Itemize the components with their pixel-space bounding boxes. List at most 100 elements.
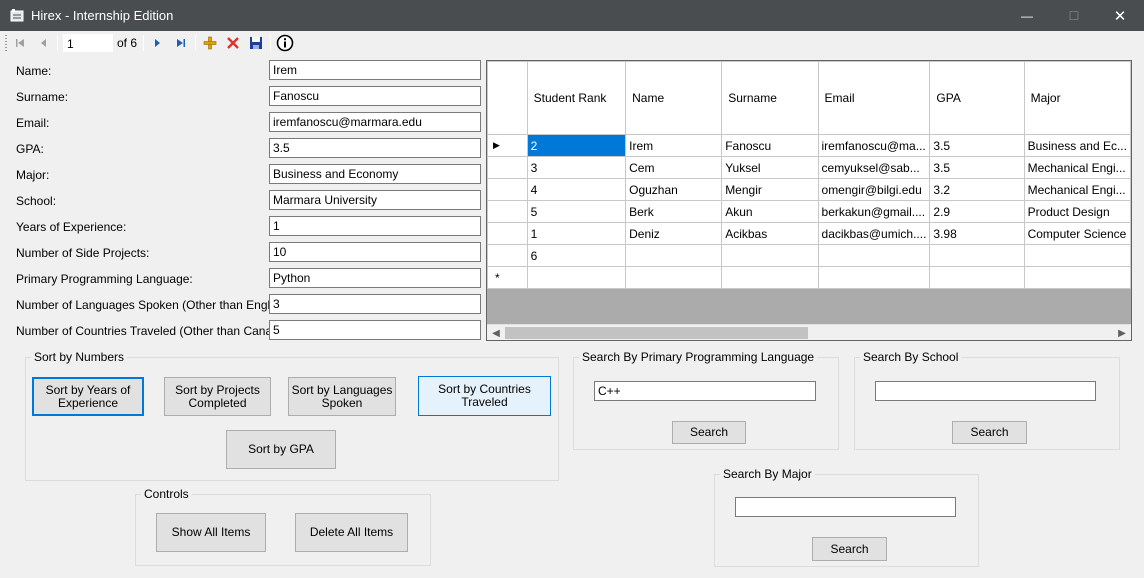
table-row[interactable]: 5 Berk Akun berkakun@gmail.... 2.9 Produ… bbox=[487, 200, 1131, 223]
add-new-icon[interactable] bbox=[201, 34, 219, 52]
table-cell[interactable]: Mechanical Engi... bbox=[1023, 156, 1131, 179]
table-cell[interactable]: berkakun@gmail.... bbox=[817, 200, 931, 223]
table-row[interactable]: 4 Oguzhan Mengir omengir@bilgi.edu 3.2 M… bbox=[487, 178, 1131, 201]
table-cell[interactable] bbox=[625, 266, 723, 289]
table-cell[interactable]: omengir@bilgi.edu bbox=[817, 178, 931, 201]
table-cell[interactable]: Computer Science bbox=[1023, 222, 1131, 245]
students-grid[interactable]: Student Rank Name Surname Email GPA Majo… bbox=[486, 60, 1132, 341]
search-language-input[interactable]: C++ bbox=[594, 381, 816, 401]
row-header[interactable] bbox=[487, 178, 528, 201]
surname-field[interactable]: Fanoscu bbox=[269, 86, 481, 106]
row-header[interactable] bbox=[487, 244, 528, 267]
table-cell[interactable]: 3.2 bbox=[929, 178, 1025, 201]
minimize-button[interactable]: — bbox=[1004, 0, 1050, 31]
scroll-left-icon[interactable]: ◀ bbox=[488, 326, 504, 340]
sort-languages-button[interactable]: Sort by Languages Spoken bbox=[288, 377, 396, 416]
search-school-button[interactable]: Search bbox=[952, 421, 1027, 444]
row-header[interactable] bbox=[487, 222, 528, 245]
scrollbar-thumb[interactable] bbox=[505, 327, 808, 339]
table-cell[interactable] bbox=[817, 244, 931, 267]
table-cell[interactable]: Cem bbox=[625, 156, 723, 179]
table-cell[interactable] bbox=[625, 244, 723, 267]
table-cell[interactable] bbox=[526, 266, 627, 289]
languages-spoken-field[interactable]: 3 bbox=[269, 294, 481, 314]
search-language-button[interactable]: Search bbox=[672, 421, 746, 444]
table-cell[interactable]: Product Design bbox=[1023, 200, 1131, 223]
search-school-input[interactable] bbox=[875, 381, 1096, 401]
position-input[interactable]: 1 bbox=[63, 34, 113, 52]
table-cell[interactable]: Yuksel bbox=[721, 156, 819, 179]
gpa-field[interactable]: 3.5 bbox=[269, 138, 481, 158]
search-major-input[interactable] bbox=[735, 497, 956, 517]
row-header[interactable] bbox=[487, 200, 528, 223]
table-row[interactable]: 6 bbox=[487, 244, 1131, 267]
table-cell[interactable] bbox=[1023, 266, 1131, 289]
table-cell[interactable]: cemyuksel@sab... bbox=[817, 156, 931, 179]
table-cell[interactable]: dacikbas@umich.... bbox=[817, 222, 931, 245]
years-experience-field[interactable]: 1 bbox=[269, 216, 481, 236]
school-field[interactable]: Marmara University bbox=[269, 190, 481, 210]
table-cell[interactable]: iremfanoscu@ma... bbox=[817, 134, 931, 157]
side-projects-field[interactable]: 10 bbox=[269, 242, 481, 262]
table-cell[interactable] bbox=[1023, 244, 1131, 267]
info-icon[interactable] bbox=[276, 34, 294, 52]
table-cell[interactable]: 3.5 bbox=[929, 134, 1025, 157]
grid-corner-header[interactable] bbox=[487, 61, 528, 135]
table-cell[interactable]: Irem bbox=[625, 134, 723, 157]
table-row[interactable]: 1 Deniz Acikbas dacikbas@umich.... 3.98 … bbox=[487, 222, 1131, 245]
programming-language-field[interactable]: Python bbox=[269, 268, 481, 288]
new-row-marker[interactable]: * bbox=[487, 266, 528, 289]
sort-projects-button[interactable]: Sort by Projects Completed bbox=[164, 377, 271, 416]
table-cell[interactable]: 4 bbox=[526, 178, 627, 201]
table-cell[interactable]: 1 bbox=[526, 222, 627, 245]
column-header-email[interactable]: Email bbox=[817, 61, 931, 135]
move-last-icon[interactable] bbox=[172, 34, 190, 52]
email-field[interactable]: iremfanoscu@marmara.edu bbox=[269, 112, 481, 132]
sort-countries-button[interactable]: Sort by Countries Traveled bbox=[418, 376, 551, 416]
table-cell[interactable] bbox=[929, 266, 1025, 289]
horizontal-scrollbar[interactable]: ◀ ▶ bbox=[487, 324, 1131, 340]
move-next-icon[interactable] bbox=[148, 34, 166, 52]
row-header[interactable] bbox=[487, 156, 528, 179]
table-cell[interactable] bbox=[817, 266, 931, 289]
table-cell[interactable] bbox=[721, 266, 819, 289]
countries-traveled-field[interactable]: 5 bbox=[269, 320, 481, 340]
table-row[interactable]: 3 Cem Yuksel cemyuksel@sab... 3.5 Mechan… bbox=[487, 156, 1131, 179]
toolbar-grip[interactable] bbox=[5, 35, 7, 51]
column-header-surname[interactable]: Surname bbox=[721, 61, 819, 135]
column-header-gpa[interactable]: GPA bbox=[929, 61, 1025, 135]
table-cell[interactable]: Acikbas bbox=[721, 222, 819, 245]
move-first-icon[interactable] bbox=[11, 34, 29, 52]
sort-years-button[interactable]: Sort by Years of Experience bbox=[32, 377, 144, 416]
table-cell[interactable]: 2 bbox=[526, 134, 627, 157]
table-cell[interactable]: Mechanical Engi... bbox=[1023, 178, 1131, 201]
show-all-button[interactable]: Show All Items bbox=[156, 513, 266, 552]
close-button[interactable]: ✕ bbox=[1097, 0, 1143, 31]
column-header-student-rank[interactable]: Student Rank bbox=[526, 61, 627, 135]
name-field[interactable]: Irem bbox=[269, 60, 481, 80]
table-cell[interactable]: Oguzhan bbox=[625, 178, 723, 201]
delete-all-button[interactable]: Delete All Items bbox=[295, 513, 408, 552]
table-cell[interactable]: 3.5 bbox=[929, 156, 1025, 179]
table-cell[interactable] bbox=[721, 244, 819, 267]
table-cell[interactable]: 3.98 bbox=[929, 222, 1025, 245]
table-cell[interactable]: 6 bbox=[526, 244, 627, 267]
table-cell[interactable]: 2.9 bbox=[929, 200, 1025, 223]
save-icon[interactable] bbox=[247, 34, 265, 52]
row-header-current[interactable]: ▶ bbox=[487, 134, 528, 157]
column-header-name[interactable]: Name bbox=[625, 61, 723, 135]
delete-icon[interactable] bbox=[224, 34, 242, 52]
maximize-button[interactable]: ☐ bbox=[1051, 0, 1097, 31]
table-cell[interactable]: Fanoscu bbox=[721, 134, 819, 157]
table-cell[interactable] bbox=[929, 244, 1025, 267]
table-cell[interactable]: Mengir bbox=[721, 178, 819, 201]
major-field[interactable]: Business and Economy bbox=[269, 164, 481, 184]
table-cell[interactable]: Business and Ec... bbox=[1023, 134, 1131, 157]
sort-gpa-button[interactable]: Sort by GPA bbox=[226, 430, 336, 469]
table-cell[interactable]: Akun bbox=[721, 200, 819, 223]
table-cell[interactable]: Berk bbox=[625, 200, 723, 223]
table-cell[interactable]: Deniz bbox=[625, 222, 723, 245]
search-major-button[interactable]: Search bbox=[812, 537, 887, 561]
table-cell[interactable]: 3 bbox=[526, 156, 627, 179]
table-cell[interactable]: 5 bbox=[526, 200, 627, 223]
